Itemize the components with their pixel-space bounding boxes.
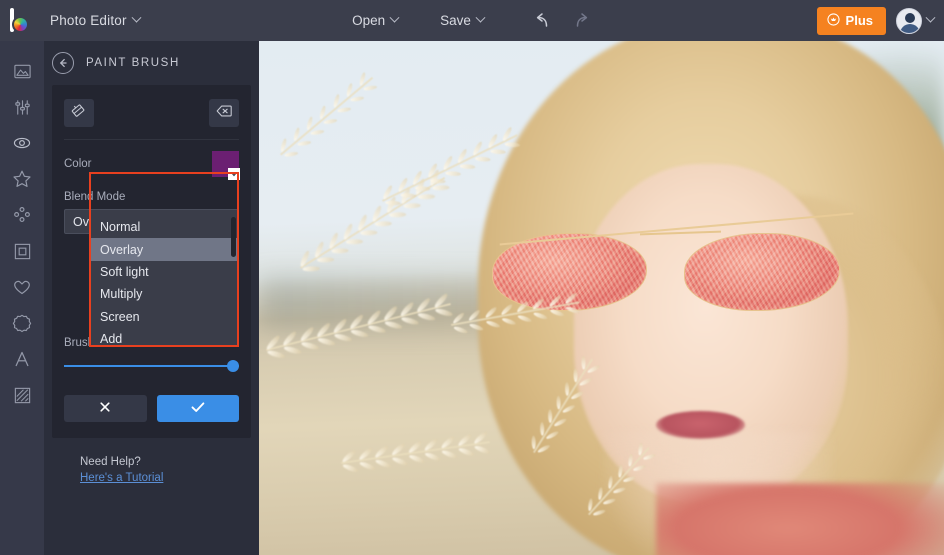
eye-touchup-icon <box>12 133 32 153</box>
sidebar-item-effects[interactable] <box>0 161 44 197</box>
account-menu[interactable] <box>896 7 936 34</box>
sunburst-frame-icon <box>12 313 32 333</box>
dropdown-option[interactable]: Soft light <box>91 261 237 283</box>
dropdown-option[interactable]: Overlay <box>91 238 237 261</box>
app-title-menu[interactable]: Photo Editor <box>50 12 142 28</box>
paint-bucket-icon <box>70 102 88 125</box>
plus-label: Plus <box>845 13 873 28</box>
color-row: Color <box>52 140 251 185</box>
app-logo[interactable] <box>0 0 44 41</box>
checkmark-icon <box>190 400 206 417</box>
dots-artsy-icon <box>12 205 32 225</box>
top-toolbar: Photo Editor Open Save Plus <box>0 0 944 41</box>
top-right-group: Plus <box>816 0 936 41</box>
help-title: Need Help? <box>80 456 141 468</box>
color-swatch[interactable] <box>212 151 240 180</box>
undo-arrow-icon[interactable] <box>532 10 554 32</box>
dropdown-scrollbar[interactable] <box>231 217 236 257</box>
sliders-edit-icon <box>13 98 32 117</box>
eraser-button[interactable] <box>209 99 239 127</box>
blend-mode-dropdown[interactable]: Normal Overlay Soft light Multiply Screen Add <box>91 216 237 345</box>
star-effects-icon <box>12 169 32 189</box>
dropdown-option[interactable]: Screen <box>91 306 237 328</box>
sidebar-item-edit[interactable] <box>0 89 44 125</box>
undo-redo-group <box>532 10 592 32</box>
help-section: Need Help? Here's a Tutorial <box>44 438 259 486</box>
hatched-texture-icon <box>13 386 32 405</box>
blend-mode-label-row: Blend Mode <box>64 191 239 209</box>
plus-upgrade-button[interactable]: Plus <box>816 6 886 35</box>
brush-tool-row <box>52 95 251 139</box>
cancel-button[interactable] <box>64 395 147 422</box>
sunglasses <box>491 212 862 319</box>
back-arrow-circle-icon[interactable] <box>52 52 74 74</box>
photo-editor-app: Photo Editor Open Save Plus PAINT BRUSH … <box>0 0 944 555</box>
heart-icon <box>12 277 32 297</box>
user-avatar-icon <box>896 7 922 34</box>
square-overlay-icon <box>13 242 32 261</box>
chevron-down-icon <box>475 12 486 23</box>
dropdown-option[interactable]: Add <box>91 328 237 345</box>
image-mountain-icon <box>13 62 32 81</box>
eraser-delete-icon <box>215 102 233 125</box>
edited-photo <box>259 41 944 555</box>
brush-hardness-slider-wrap <box>52 355 251 373</box>
close-x-icon <box>98 400 112 417</box>
color-label: Color <box>64 158 92 170</box>
sidebar-item-overlays[interactable] <box>0 233 44 269</box>
photo-canvas[interactable]: 140% <box>259 41 944 555</box>
sidebar-item-textures[interactable] <box>0 377 44 413</box>
dropdown-option[interactable]: Multiply <box>91 283 237 305</box>
sidebar-item-frames[interactable] <box>0 305 44 341</box>
redo-arrow-icon[interactable] <box>570 10 592 32</box>
save-menu-button[interactable]: Save <box>440 12 486 28</box>
sidebar-item-text[interactable] <box>0 341 44 377</box>
blend-mode-label: Blend Mode <box>64 191 126 203</box>
letter-a-text-icon <box>12 349 32 369</box>
panel-header: PAINT BRUSH <box>44 41 259 85</box>
center-menu: Open Save <box>0 0 944 41</box>
page-title: PAINT BRUSH <box>86 57 180 69</box>
brush-hardness-slider[interactable] <box>64 359 239 373</box>
chevron-down-icon <box>131 12 142 23</box>
apply-button[interactable] <box>156 395 239 422</box>
open-menu-button[interactable]: Open <box>352 12 400 28</box>
sidebar-item-artsy[interactable] <box>0 197 44 233</box>
crown-badge-icon <box>826 12 840 29</box>
left-tool-rail <box>0 41 44 555</box>
sidebar-item-favorites[interactable] <box>0 269 44 305</box>
sidebar-item-image[interactable] <box>0 53 44 89</box>
chevron-down-icon <box>228 168 240 180</box>
sidebar-item-touchup[interactable] <box>0 125 44 161</box>
dropdown-option[interactable]: Normal <box>91 216 237 238</box>
paint-bucket-button[interactable] <box>64 99 94 127</box>
tutorial-link[interactable]: Here's a Tutorial <box>80 472 163 484</box>
chevron-down-icon <box>925 12 936 23</box>
slider-fill <box>64 365 239 367</box>
befunky-logo-icon <box>9 7 35 34</box>
chevron-down-icon <box>389 12 400 23</box>
action-row <box>52 373 251 422</box>
save-label: Save <box>440 13 471 28</box>
slider-knob[interactable] <box>227 360 239 372</box>
open-label: Open <box>352 13 386 28</box>
app-title-label: Photo Editor <box>50 13 127 28</box>
